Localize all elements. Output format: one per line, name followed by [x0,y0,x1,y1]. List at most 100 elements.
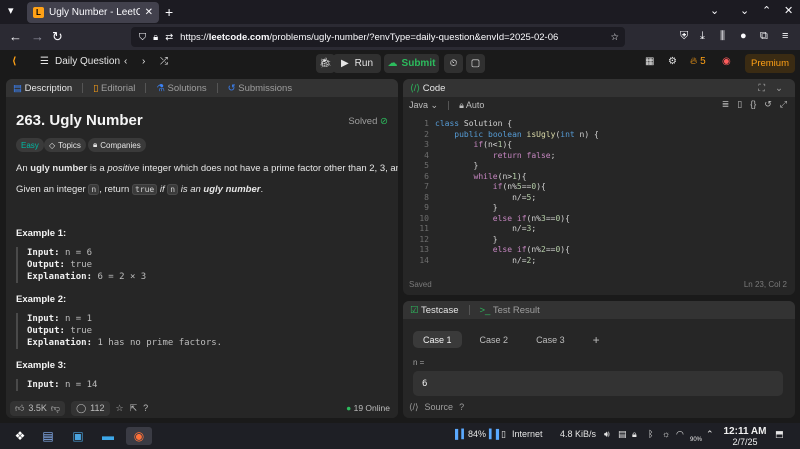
fullscreen-icon[interactable]: ⛶ [758,83,765,94]
next-problem-icon[interactable]: › [142,56,145,67]
close-window-icon[interactable]: ✕ [784,4,793,17]
share-icon[interactable]: ⇱ [130,403,138,414]
code-line[interactable]: } [435,203,498,212]
code-line[interactable]: n/=5; [435,193,536,202]
source-link[interactable]: ⟨/⟩ Source? [409,402,464,413]
prev-problem-icon[interactable]: ‹ [124,56,127,67]
tab-test-result[interactable]: >_ Test Result [480,305,540,316]
lock-icon[interactable]: 🔒︎ [153,32,158,43]
shuffle-icon[interactable]: ⤮ [160,56,168,67]
firefox-view-icon[interactable]: ▾ [8,4,14,17]
topics-chip[interactable]: ◇ Topics [44,138,86,152]
problem-title[interactable]: 263. Ugly Number [16,112,143,129]
code-line[interactable]: } [435,235,498,244]
show-desktop-icon[interactable]: ⬒ [775,429,784,440]
close-tab-icon[interactable]: ✕ [145,7,153,18]
app-launcher-icon[interactable]: ❖ [10,427,30,445]
help-icon[interactable]: ? [143,403,148,413]
app-store-icon[interactable]: ▣ [68,427,88,445]
extensions-icon[interactable]: ⧉ [760,30,768,43]
code-line[interactable]: n/=2; [435,256,536,265]
clock[interactable]: 12:11 AM 2/7/25 [723,426,767,448]
download-icon[interactable]: ⤓ [700,30,705,43]
system-settings-icon[interactable]: ▤ [38,427,58,445]
run-button[interactable]: ▶ Run [333,54,381,73]
language-select[interactable]: Java ⌄ [409,100,438,111]
streak-fire-icon[interactable]: 🔥︎ 5 [690,56,706,67]
battery-percent[interactable]: 84% [468,429,486,439]
clipboard-icon[interactable]: ▤ [618,429,627,440]
timer-icon[interactable]: ⏲ [444,54,463,73]
tab-solutions[interactable]: ⚗ Solutions [156,83,206,94]
variable-value-input[interactable]: 6 [413,371,783,396]
code-editor[interactable]: 1 class Solution {2 public boolean isUgly… [403,117,795,267]
pocket-icon[interactable]: ⛨ [680,30,688,43]
account-icon[interactable]: ● [740,30,747,42]
tab-editorial[interactable]: ▯ Editorial [93,83,135,94]
shield-icon[interactable]: ⛉ [139,32,146,43]
maximize-icon[interactable]: ⌃ [762,4,771,17]
code-line[interactable]: while(n>1){ [435,172,527,181]
layout-icon[interactable]: ▦ [645,56,654,67]
leetcode-logo-icon[interactable]: ⟨ [12,56,17,67]
case-tab-3[interactable]: Case 3 [526,331,575,348]
menu-icon[interactable]: ≡ [782,30,788,42]
braces-icon[interactable]: {} [750,99,756,110]
problem-list-icon[interactable]: ☰ [40,56,49,67]
favorite-star-icon[interactable]: ☆ [116,403,124,414]
url-text[interactable]: https://leetcode.com/problems/ugly-numbe… [180,32,558,43]
reset-icon[interactable]: ↺ [764,99,772,110]
bookmark-icon[interactable]: ▯ [737,99,742,110]
code-line[interactable]: else if(n%2==0){ [435,245,570,254]
submit-button[interactable]: ☁ Submit [384,54,439,73]
tab-testcase[interactable]: ☑ Testcase [410,305,459,316]
wifi-icon[interactable]: ◠ [676,429,684,440]
code-line[interactable]: n/=3; [435,224,536,233]
add-case-icon[interactable]: + [583,331,610,348]
case-tab-1[interactable]: Case 1 [413,331,462,348]
lock-screen-icon[interactable]: 🔒︎ [632,429,637,440]
permissions-icon[interactable]: ⇄ [165,32,173,43]
tab-submissions[interactable]: ↺ Submissions [228,83,292,94]
speaker-icon[interactable]: 🔊︎ [604,429,610,440]
brightness-icon[interactable]: ☼ [662,429,670,439]
avatar[interactable]: ◉ [722,56,731,67]
forward-icon[interactable]: → [31,29,44,44]
tray-expand-icon[interactable]: ⌃ [706,429,714,440]
format-icon[interactable]: ≣ [722,99,730,110]
new-tab-icon[interactable]: + [165,4,173,20]
code-line[interactable]: class Solution { [435,119,512,128]
bookmark-star-icon[interactable]: ☆ [610,32,619,43]
network-label[interactable]: Internet [512,429,543,439]
code-line[interactable]: return false; [435,151,556,160]
url-bar[interactable]: ⛉ 🔒︎ ⇄ https://leetcode.com/problems/ugl… [131,27,625,47]
code-line[interactable]: if(n<1){ [435,140,513,149]
like-button[interactable]: 👍︎ 3.5K 👎︎ [10,400,66,416]
premium-button[interactable]: Premium [745,54,795,73]
network-icon[interactable]: ▯ [501,429,506,440]
back-icon[interactable]: ← [9,29,22,44]
library-icon[interactable]: ⫼ [720,30,725,43]
bluetooth-icon[interactable]: ᛒ [648,429,653,439]
daily-question-label[interactable]: Daily Question [55,56,120,67]
browser-tab-active[interactable]: L Ugly Number - LeetCode ✕ [27,2,159,23]
code-line[interactable]: if(n%5==0){ [435,182,546,191]
tab-code[interactable]: ⟨/⟩ Code [410,83,445,94]
tab-description[interactable]: ▤ Description [13,83,72,94]
reload-icon[interactable]: ↻ [52,29,63,45]
auto-mode[interactable]: 🔒︎ Auto [459,100,484,111]
collapse-icon[interactable]: ⌄ [775,83,783,94]
list-tabs-icon[interactable]: ⌄ [710,4,719,17]
note-icon[interactable]: ▢ [466,54,485,73]
firefox-taskbar-icon[interactable]: ◉ [126,427,152,445]
code-line[interactable]: } [435,161,479,170]
case-tab-2[interactable]: Case 2 [470,331,519,348]
settings-gear-icon[interactable]: ⚙ [668,56,677,67]
code-line[interactable]: public boolean isUgly(int n) { [435,130,599,139]
expand-icon[interactable]: ⤢ [780,99,787,110]
comments-button[interactable]: ◯ 112 [71,400,110,416]
file-manager-icon[interactable]: ▬ [98,427,118,445]
minimize-icon[interactable]: ⌄ [740,4,749,17]
code-line[interactable]: else if(n%3==0){ [435,214,570,223]
companies-chip[interactable]: 🔒︎ Companies [88,138,146,152]
